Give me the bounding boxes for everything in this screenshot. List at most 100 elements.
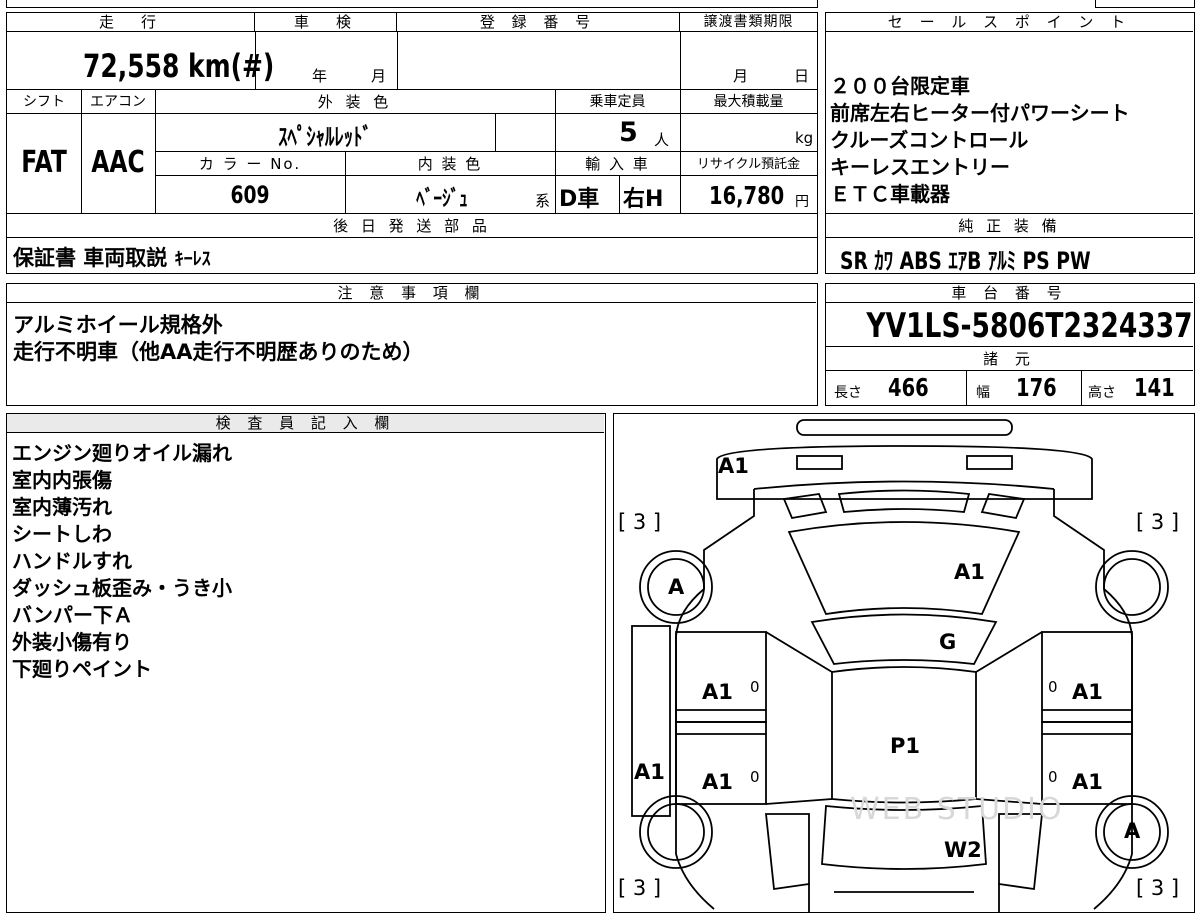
sales-points-box: セ ー ル ス ポ イ ン ト ２００台限定車 前席左右ヒーター付パワーシート …: [825, 12, 1195, 275]
inspector-line: シートしわ: [12, 522, 112, 546]
note-line: アルミホイール規格外: [13, 313, 223, 337]
spec-height-value: 141: [1134, 373, 1175, 402]
mark-right-front-door: A1: [1072, 680, 1103, 704]
windshield-panel: [810, 613, 998, 665]
inspector-line: 室内薄汚れ: [12, 495, 112, 519]
sales-point-item: ２００台限定車: [830, 74, 970, 98]
notes-header: 注 意 事 項 欄: [7, 284, 816, 303]
max-load-header: 最大積載量: [713, 94, 784, 110]
transfer-deadline-header: 譲渡書類期限: [680, 13, 817, 32]
inspector-line: バンパー下Ａ: [12, 603, 133, 627]
exterior-color-header: 外 装 色: [317, 93, 393, 111]
specs-header: 諸 元: [983, 350, 1036, 368]
sales-point-item: 前席左右ヒーター付パワーシート: [830, 101, 1130, 125]
mark-left-sill: A1: [634, 760, 665, 784]
mileage-value: 72,558 km(#): [83, 47, 275, 85]
exterior-color-value: ｽﾍﾟｼｬﾙﾚｯﾄﾞ: [278, 123, 372, 151]
mark-windshield: G: [939, 630, 957, 654]
spec-length-label: 長さ: [834, 385, 862, 401]
recycle-unit: 円: [795, 194, 809, 210]
sales-point-item: キーレスエントリー: [830, 155, 1010, 179]
car-diagram: [631, 419, 1169, 912]
color-no-header: カ ラ ー No.: [198, 155, 302, 173]
transfer-month-unit: 月: [733, 67, 749, 85]
sales-point-item: ＥＴＣ車載器: [830, 182, 950, 206]
sales-points-list: ２００台限定車 前席左右ヒーター付パワーシート クルーズコントロール キーレスエ…: [830, 73, 1130, 208]
inspector-line: ハンドルすれ: [12, 549, 132, 573]
chassis-box: 車 台 番 号 YV1LS-5806T2324337 諸 元 長さ 466 幅 …: [825, 283, 1195, 406]
mark-rear-right-wheel: A: [1124, 819, 1141, 843]
tire-rear-left: [ 3 ]: [618, 876, 662, 900]
sales-points-header: セ ー ル ス ポ イ ン ト: [826, 13, 1193, 32]
sales-point-item: クルーズコントロール: [830, 128, 1029, 152]
zero-mark: 0: [1048, 678, 1058, 696]
import-header: 輸 入 車: [585, 155, 650, 173]
left-front-door: [675, 631, 767, 723]
transfer-day-unit: 日: [794, 67, 810, 85]
capacity-unit: 人: [654, 131, 670, 149]
mileage-header: 走 行: [7, 13, 255, 32]
inspection-header: 車 検: [255, 13, 397, 32]
recycle-value: 16,780: [709, 181, 785, 210]
mark-right-rear-door: A1: [1072, 770, 1103, 794]
tire-rear-right: [ 3 ]: [1136, 876, 1180, 900]
front-bumper-outline: [796, 419, 1013, 436]
recycle-header: リサイクル預託金: [696, 157, 801, 172]
left-sill: [631, 625, 671, 817]
car-diagram-box: WEB STUDIO A1 A1 G A1 A1 P1 A1 A1 A1 W2 …: [613, 413, 1195, 913]
handle-value: 右H: [623, 187, 664, 212]
mark-front-bumper: A1: [718, 454, 749, 478]
capacity-value: 5: [619, 117, 638, 148]
top-strip: [6, 0, 818, 8]
inspector-header: 検 査 員 記 入 欄: [7, 414, 604, 433]
interior-color-value: ﾍﾞｰｼﾞｭ: [416, 187, 468, 212]
mark-hood: A1: [954, 560, 985, 584]
interior-color-header: 内 装 色: [417, 155, 483, 173]
mark-roof: P1: [890, 734, 921, 758]
shift-header: シフト: [23, 94, 65, 110]
spec-width-value: 176: [1016, 373, 1057, 402]
body-outline: [675, 489, 1133, 910]
inspection-year-unit: 年: [312, 67, 328, 85]
zero-mark: 0: [750, 768, 760, 786]
registration-header: 登 録 番 号: [397, 13, 680, 32]
import-value: D車: [559, 187, 600, 212]
mark-front-left-wheel: A: [668, 575, 685, 599]
chassis-header: 車 台 番 号: [826, 284, 1193, 303]
spec-width-label: 幅: [976, 385, 990, 401]
watermark: WEB STUDIO: [850, 792, 1064, 827]
inspector-line: ダッシュ板歪み・うき小: [12, 576, 232, 600]
shift-value: FAT: [21, 145, 67, 180]
right-front-door: [1041, 631, 1133, 723]
chassis-value: YV1LS-5806T2324337: [866, 306, 1193, 346]
front-right-wheel: [1095, 550, 1169, 624]
color-no-value: 609: [230, 181, 270, 209]
inspector-line: エンジン廻りオイル漏れ: [12, 441, 232, 465]
aircon-header: エアコン: [90, 94, 146, 110]
later-parts-header: 後 日 発 送 部 品: [333, 217, 491, 235]
zero-mark: 0: [1048, 768, 1058, 786]
rear-bumper: [808, 884, 1000, 912]
capacity-header: 乗車定員: [589, 94, 646, 110]
vehicle-info-box: 走 行 車 検 登 録 番 号 譲渡書類期限 72,558 km(#) 年 月 …: [6, 12, 818, 274]
mark-rear-glass: W2: [944, 838, 982, 862]
aircon-value: AAC: [91, 145, 145, 180]
interior-color-suffix: 系: [535, 192, 551, 210]
inspector-list: エンジン廻りオイル漏れ 室内内張傷 室内薄汚れ シートしわ ハンドルすれ ダッシ…: [12, 440, 232, 683]
top-strip-right: [1095, 0, 1195, 8]
inspector-line: 下廻りペイント: [12, 657, 152, 681]
notes-box: 注 意 事 項 欄 アルミホイール規格外 走行不明車（他AA走行不明歴ありのため…: [6, 283, 818, 406]
spec-length-value: 466: [888, 373, 929, 402]
later-parts-kana: ｷｰﾚｽ: [174, 249, 211, 270]
later-parts-main: 保証書 車両取説: [13, 246, 168, 270]
tire-front-right: [ 3 ]: [1136, 510, 1180, 534]
inspector-line: 外装小傷有り: [12, 630, 132, 654]
inspector-line: 室内内張傷: [12, 468, 112, 492]
genuine-equipment-header: 純 正 装 備: [958, 217, 1061, 235]
notes-list: アルミホイール規格外 走行不明車（他AA走行不明歴ありのため）: [13, 312, 424, 366]
genuine-equipment-value: SR ｶﾜ ABS ｴｱB ｱﾙﾐ PS PW: [840, 247, 1091, 275]
spec-height-label: 高さ: [1088, 385, 1116, 401]
later-parts-value: 保証書 車両取説 ｷｰﾚｽ: [13, 242, 211, 272]
tire-front-left: [ 3 ]: [618, 510, 662, 534]
max-load-unit: kg: [795, 129, 814, 147]
